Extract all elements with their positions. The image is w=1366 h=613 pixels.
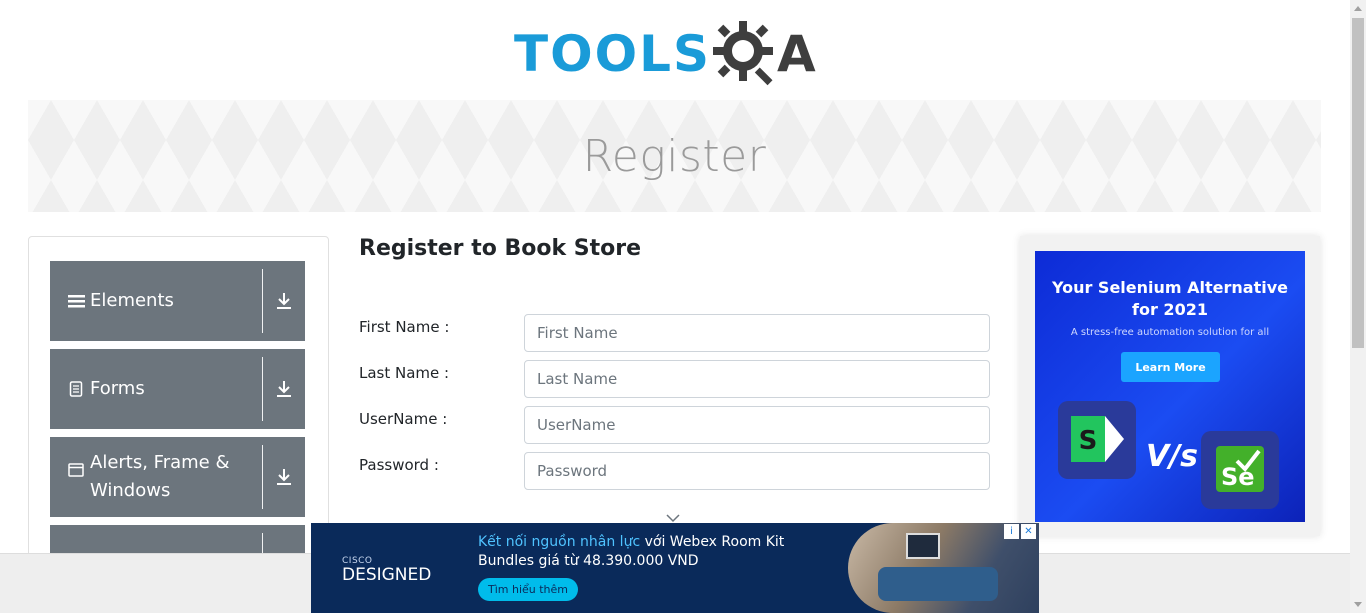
selenium-logo-tile: Se xyxy=(1201,431,1279,509)
password-label: Password : xyxy=(359,456,439,474)
logo-tools-text: TOOLS xyxy=(514,25,711,83)
ad-photo-sofa xyxy=(878,567,998,601)
hamburger-icon xyxy=(66,294,86,308)
page-banner: Register xyxy=(28,100,1321,212)
learn-more-button[interactable]: Learn More xyxy=(1121,352,1220,382)
window-icon xyxy=(66,463,86,477)
divider xyxy=(262,445,263,509)
ad-info-icon[interactable]: i xyxy=(1004,524,1019,539)
download-icon[interactable] xyxy=(263,349,305,429)
ad-controls: i ✕ xyxy=(1004,524,1036,539)
last-name-label: Last Name : xyxy=(359,364,450,382)
document-icon xyxy=(66,381,86,397)
page-title: Register xyxy=(582,130,767,182)
katalon-logo-tile: S xyxy=(1058,401,1136,479)
bottom-ad[interactable]: CISCO DESIGNED Kết nối nguồn nhân lực vớ… xyxy=(311,523,1039,613)
first-name-label: First Name : xyxy=(359,318,450,336)
versus-text: V/s xyxy=(1146,439,1199,474)
sidebar-group-label: Forms xyxy=(90,378,145,399)
divider xyxy=(262,357,263,421)
sidebar-group-elements[interactable]: Elements xyxy=(50,261,305,341)
right-ad[interactable]: Your Selenium Alternative for 2021 A str… xyxy=(1035,251,1305,522)
logo-qa: A xyxy=(711,17,816,91)
username-label: UserName : xyxy=(359,410,448,428)
last-name-input[interactable] xyxy=(524,360,990,398)
katalon-logo-icon: S xyxy=(1071,416,1124,462)
selenium-logo-text: Se xyxy=(1221,463,1255,491)
right-ad-subtitle: A stress-free automation solution for al… xyxy=(1070,327,1270,338)
form-title: Register to Book Store xyxy=(359,236,642,261)
cisco-brand: CISCO DESIGNED xyxy=(342,556,432,585)
username-input[interactable] xyxy=(524,406,990,444)
learn-more-vn-button[interactable]: Tìm hiểu thêm xyxy=(478,578,578,601)
password-input[interactable] xyxy=(524,452,990,490)
sidebar-group-forms[interactable]: Forms xyxy=(50,349,305,429)
sidebar-group-alerts[interactable]: Alerts, Frame & Windows xyxy=(50,437,305,517)
scrollbar-thumb[interactable] xyxy=(1352,18,1364,348)
sidebar: Elements Forms Alerts, Frame & Windows xyxy=(28,236,329,566)
svg-text:S: S xyxy=(1079,426,1098,456)
scroll-up-icon[interactable] xyxy=(1350,0,1366,16)
download-icon[interactable] xyxy=(263,437,305,517)
ad-photo-tv xyxy=(906,533,940,559)
right-ad-title: Your Selenium Alternative for 2021 xyxy=(1051,278,1289,319)
bottom-ad-text: Kết nối nguồn nhân lực với Webex Room Ki… xyxy=(478,534,785,569)
download-icon[interactable] xyxy=(263,261,305,341)
page: TOOLS A Register Elements Forms Alerts, … xyxy=(0,0,1366,613)
first-name-input[interactable] xyxy=(524,314,990,352)
close-icon[interactable]: ✕ xyxy=(1021,524,1036,539)
sidebar-group-label: Elements xyxy=(90,290,174,311)
sidebar-group-label: Alerts, Frame & Windows xyxy=(90,452,230,501)
scroll-down-icon[interactable] xyxy=(1350,597,1366,613)
toolsqa-logo[interactable]: TOOLS A xyxy=(514,14,840,94)
divider xyxy=(262,269,263,333)
gear-magnifier-icon xyxy=(713,21,773,86)
logo-qa-text: A xyxy=(777,25,816,83)
